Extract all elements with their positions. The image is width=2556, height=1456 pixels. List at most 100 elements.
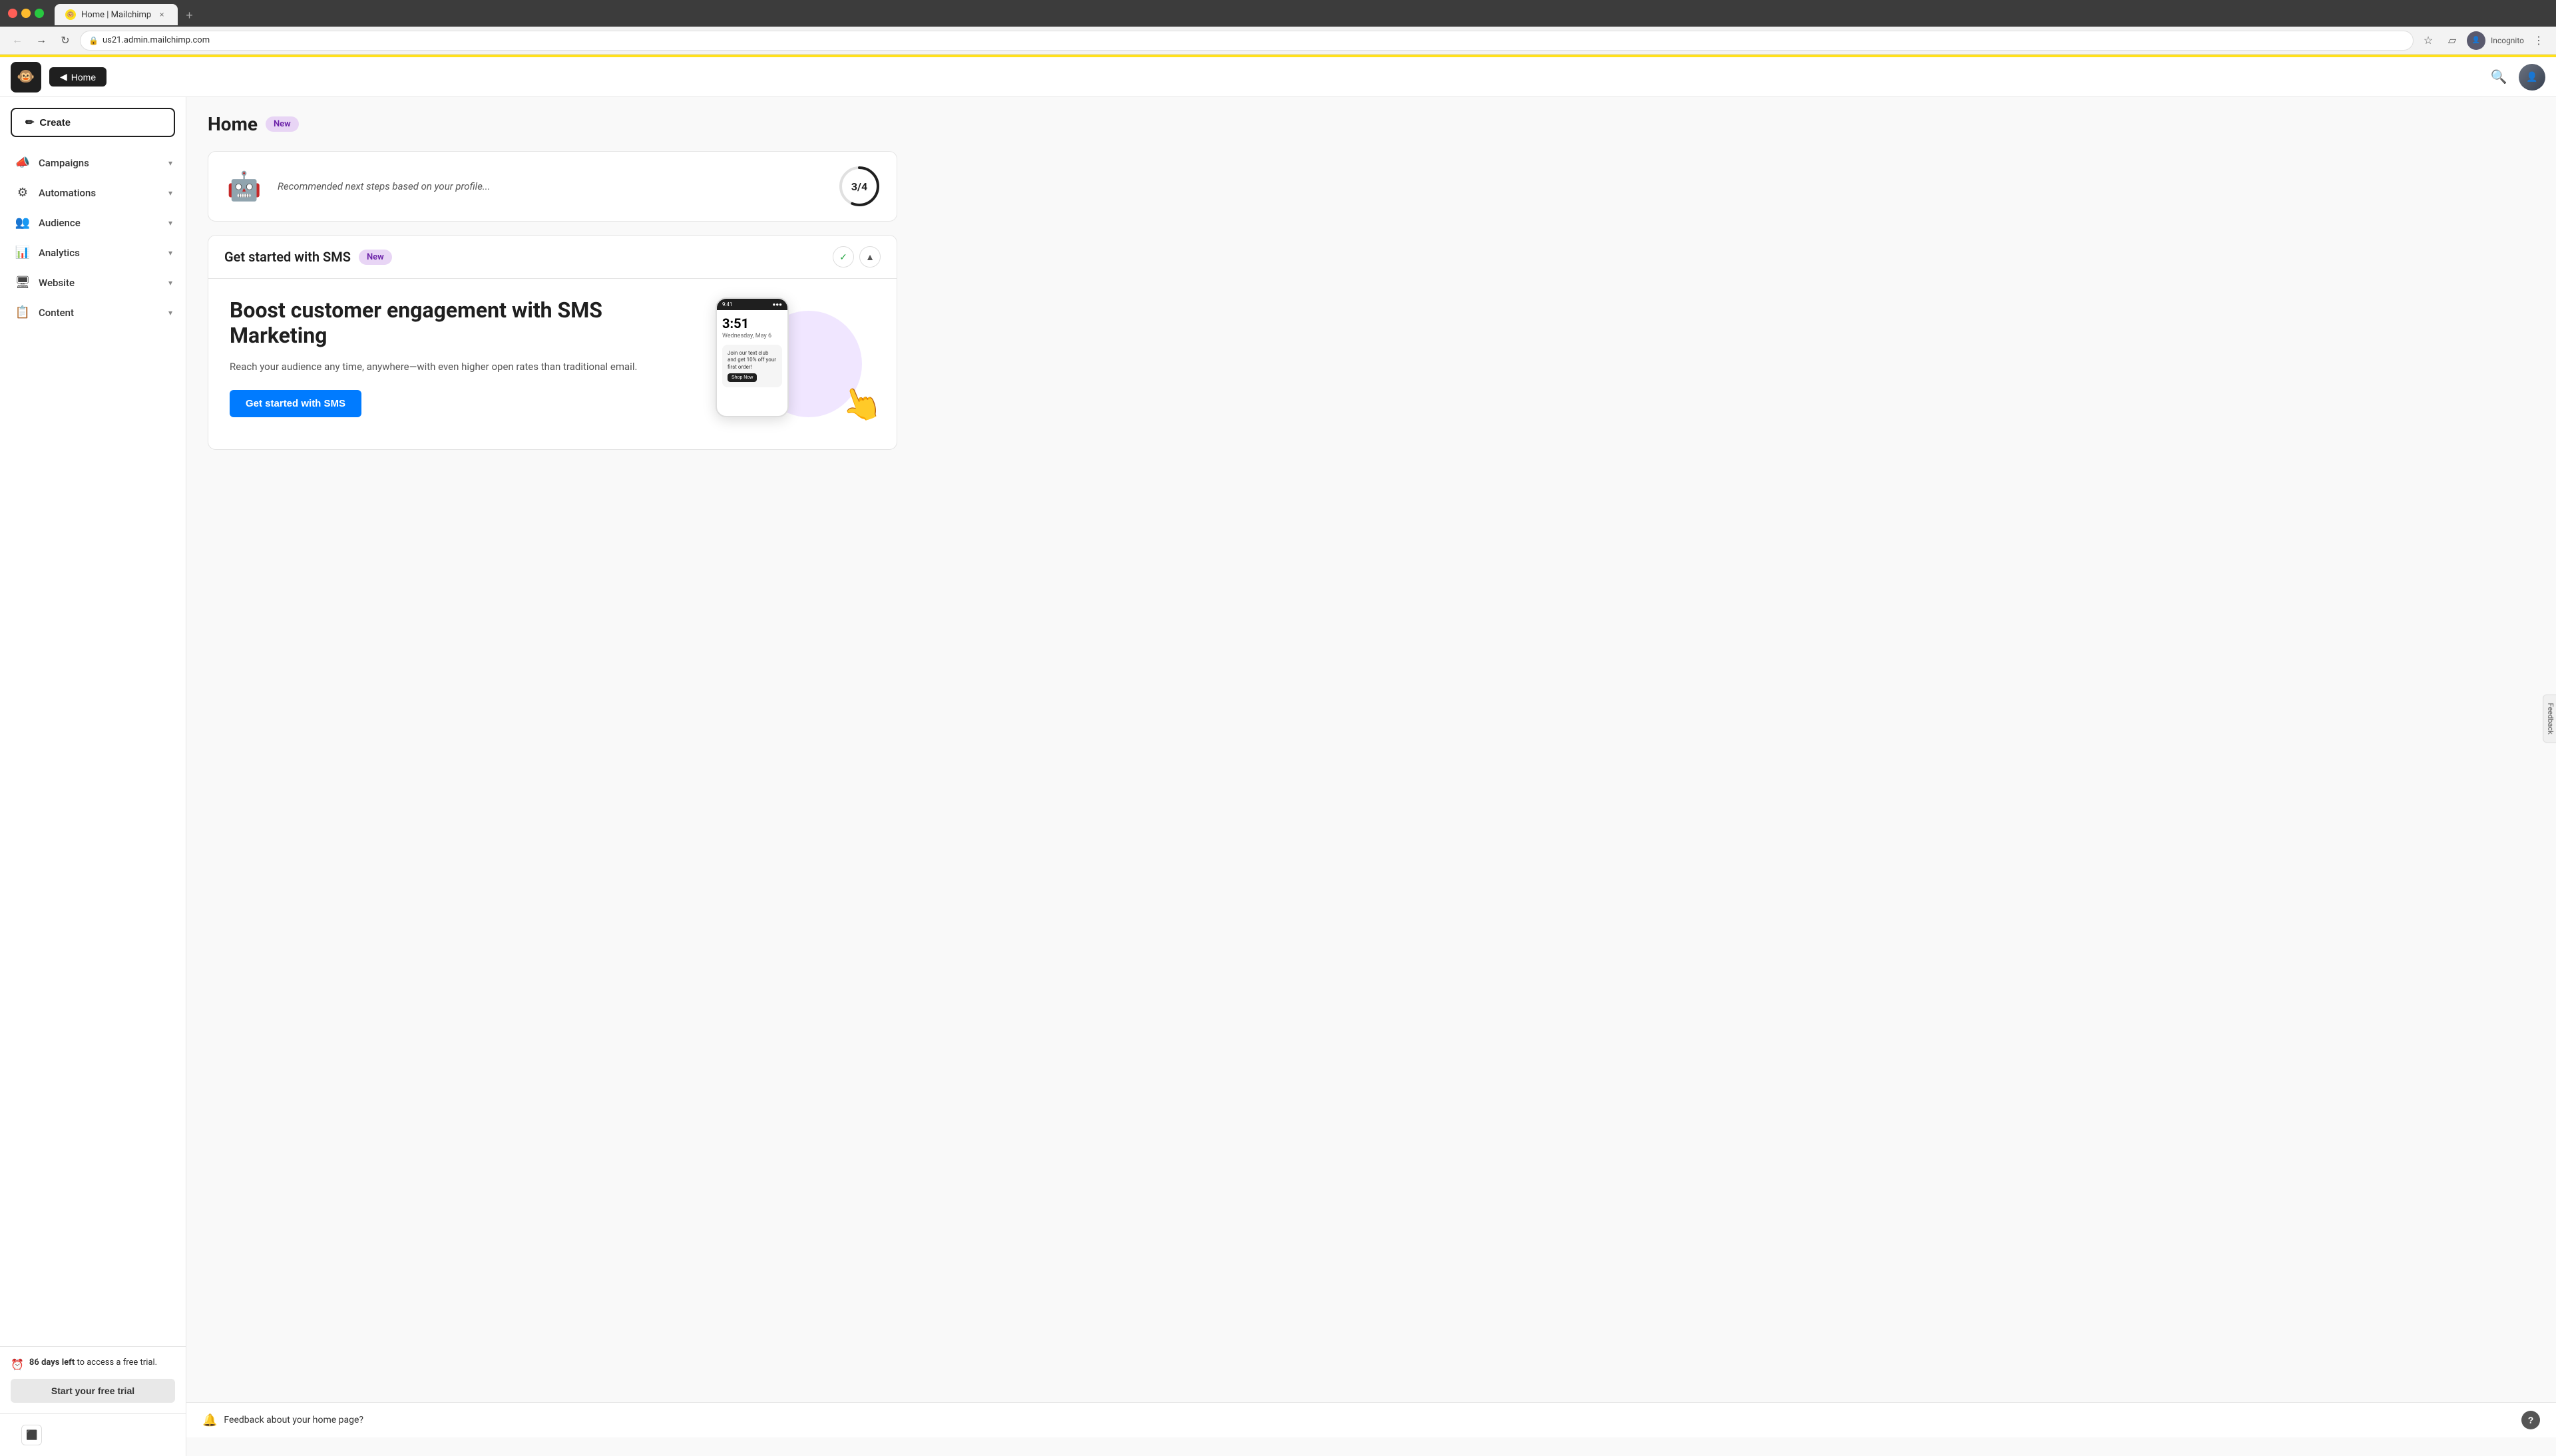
- phone-signal: ●●●: [773, 301, 783, 307]
- more-menu-button[interactable]: ⋮: [2529, 31, 2548, 50]
- sms-cta-button[interactable]: Get started with SMS: [230, 390, 361, 417]
- website-label: Website: [39, 277, 168, 289]
- sidebar-item-website[interactable]: 🖥 Website ▾: [0, 268, 186, 297]
- side-panel-button[interactable]: ▱: [2443, 31, 2461, 50]
- phone-time-small: 9:41: [722, 301, 732, 307]
- reload-button[interactable]: ↻: [56, 31, 75, 50]
- user-avatar[interactable]: 👤: [2519, 64, 2545, 91]
- url-text: us21.admin.mailchimp.com: [103, 35, 210, 45]
- sidebar-collapse-button[interactable]: ⬛: [21, 1425, 42, 1445]
- sms-collapse-button[interactable]: ▲: [859, 246, 881, 268]
- main-content: Home New 🤖 Recommended next steps based …: [186, 97, 2556, 1456]
- new-tab-button[interactable]: +: [180, 6, 198, 25]
- app-layout: ✏ Create 📣 Campaigns ▾ ⚙ Automations ▾ 👥…: [0, 97, 2556, 1456]
- sms-description: Reach your audience any time, anywhere—w…: [230, 359, 689, 375]
- profile-icon: 👤: [2472, 37, 2480, 44]
- tab-close-button[interactable]: ×: [156, 9, 167, 20]
- sidebar-item-automations[interactable]: ⚙ Automations ▾: [0, 178, 186, 208]
- sidebar-bottom: ⏰ 86 days left to access a free trial. S…: [0, 1346, 186, 1413]
- phone-shop-button[interactable]: Shop Now: [728, 373, 757, 382]
- analytics-icon: 📊: [13, 246, 32, 260]
- sms-body: Boost customer engagement with SMS Marke…: [208, 279, 897, 449]
- website-icon: 🖥: [13, 275, 32, 289]
- new-badge: New: [266, 116, 299, 132]
- recommended-section: 🤖 Recommended next steps based on your p…: [208, 151, 897, 222]
- address-bar[interactable]: 🔒 us21.admin.mailchimp.com: [80, 31, 2414, 51]
- progress-ring: 3/4: [838, 165, 881, 208]
- audience-chevron: ▾: [168, 218, 172, 228]
- content-label: Content: [39, 307, 168, 319]
- collapse-icon: ⬛: [26, 1429, 37, 1441]
- active-tab[interactable]: 🐵 Home | Mailchimp ×: [55, 4, 178, 25]
- recommended-text: Recommended next steps based on your pro…: [278, 180, 825, 192]
- phone-mockup: 9:41 ●●● 3:51 Wednesday, May 6 Join our …: [716, 297, 789, 417]
- forward-button[interactable]: →: [32, 31, 51, 50]
- automations-label: Automations: [39, 187, 168, 199]
- campaigns-label: Campaigns: [39, 157, 168, 169]
- campaigns-icon: 📣: [13, 156, 32, 170]
- sidebar-item-campaigns[interactable]: 📣 Campaigns ▾: [0, 148, 186, 178]
- chevron-up-icon: ▲: [865, 252, 875, 262]
- feedback-tab[interactable]: Feedback: [2543, 694, 2556, 743]
- page-title: Home: [208, 113, 258, 135]
- analytics-label: Analytics: [39, 247, 168, 259]
- automations-icon: ⚙: [13, 186, 32, 200]
- tab-bar: 🐵 Home | Mailchimp × +: [49, 1, 2548, 25]
- create-icon: ✏: [25, 116, 34, 129]
- campaigns-chevron: ▾: [168, 158, 172, 168]
- content-inner: Home New 🤖 Recommended next steps based …: [186, 97, 919, 466]
- sidebar-item-content[interactable]: 📋 Content ▾: [0, 297, 186, 327]
- home-nav-button[interactable]: ◀ Home: [49, 67, 106, 87]
- sms-new-badge: New: [359, 250, 392, 265]
- start-trial-button[interactable]: Start your free trial: [11, 1379, 175, 1403]
- home-nav-label: Home: [71, 72, 96, 83]
- feedback-help-button[interactable]: ?: [2521, 1411, 2540, 1429]
- trial-info: ⏰ 86 days left to access a free trial.: [11, 1358, 175, 1371]
- lock-icon: 🔒: [89, 36, 99, 45]
- phone-notification: Join our text club and get 10% off your …: [722, 345, 782, 387]
- phone-time: 3:51: [722, 315, 782, 331]
- audience-icon: 👥: [13, 216, 32, 230]
- logo-icon: 🐵: [17, 69, 35, 85]
- check-icon: ✓: [839, 252, 847, 263]
- phone-content: 3:51 Wednesday, May 6 Join our text club…: [717, 310, 787, 393]
- mailchimp-logo: 🐵: [11, 62, 41, 92]
- feedback-tab-label: Feedback: [2546, 703, 2555, 734]
- search-button[interactable]: 🔍: [2487, 65, 2511, 89]
- profile-button[interactable]: 👤: [2467, 31, 2485, 50]
- window-maximize-button[interactable]: [35, 9, 44, 18]
- sms-title: Get started with SMS: [224, 249, 351, 265]
- back-button[interactable]: ←: [8, 31, 27, 50]
- sms-headline: Boost customer engagement with SMS Marke…: [230, 297, 689, 349]
- address-bar-row: ← → ↻ 🔒 us21.admin.mailchimp.com ☆ ▱ 👤 I…: [0, 27, 2556, 55]
- window-controls: [8, 9, 44, 18]
- clock-icon: ⏰: [11, 1358, 24, 1371]
- sms-header-actions: ✓ ▲: [833, 246, 881, 268]
- incognito-label: Incognito: [2491, 36, 2524, 45]
- browser-window: 🐵 Home | Mailchimp × + ← → ↻ 🔒 us21.admi…: [0, 0, 2556, 55]
- sms-check-button[interactable]: ✓: [833, 246, 854, 268]
- create-button[interactable]: ✏ Create: [11, 108, 175, 137]
- window-minimize-button[interactable]: [21, 9, 31, 18]
- progress-label: 3/4: [851, 180, 867, 193]
- sidebar: ✏ Create 📣 Campaigns ▾ ⚙ Automations ▾ 👥…: [0, 97, 186, 1456]
- create-label: Create: [39, 117, 71, 128]
- sms-copy: Boost customer engagement with SMS Marke…: [230, 297, 689, 417]
- website-chevron: ▾: [168, 278, 172, 287]
- phone-status-bar: 9:41 ●●●: [717, 299, 787, 310]
- feedback-icon: 🔔: [202, 1413, 217, 1427]
- sidebar-nav: 📣 Campaigns ▾ ⚙ Automations ▾ 👥 Audience…: [0, 148, 186, 747]
- sms-section: Get started with SMS New ✓ ▲ Boost custo…: [208, 235, 897, 450]
- bookmark-button[interactable]: ☆: [2419, 31, 2438, 50]
- search-icon: 🔍: [2491, 69, 2507, 85]
- sidebar-item-audience[interactable]: 👥 Audience ▾: [0, 208, 186, 238]
- sidebar-item-analytics[interactable]: 📊 Analytics ▾: [0, 238, 186, 268]
- trial-days: 86 days left: [29, 1358, 75, 1367]
- sms-header: Get started with SMS New ✓ ▲: [208, 236, 897, 279]
- content-chevron: ▾: [168, 308, 172, 317]
- automations-chevron: ▾: [168, 188, 172, 198]
- sms-illustration: 9:41 ●●● 3:51 Wednesday, May 6 Join our …: [716, 297, 875, 431]
- window-close-button[interactable]: [8, 9, 17, 18]
- app-topbar: 🐵 ◀ Home 🔍 👤: [0, 57, 2556, 97]
- feedback-bar: 🔔 Feedback about your home page? ?: [186, 1402, 2556, 1437]
